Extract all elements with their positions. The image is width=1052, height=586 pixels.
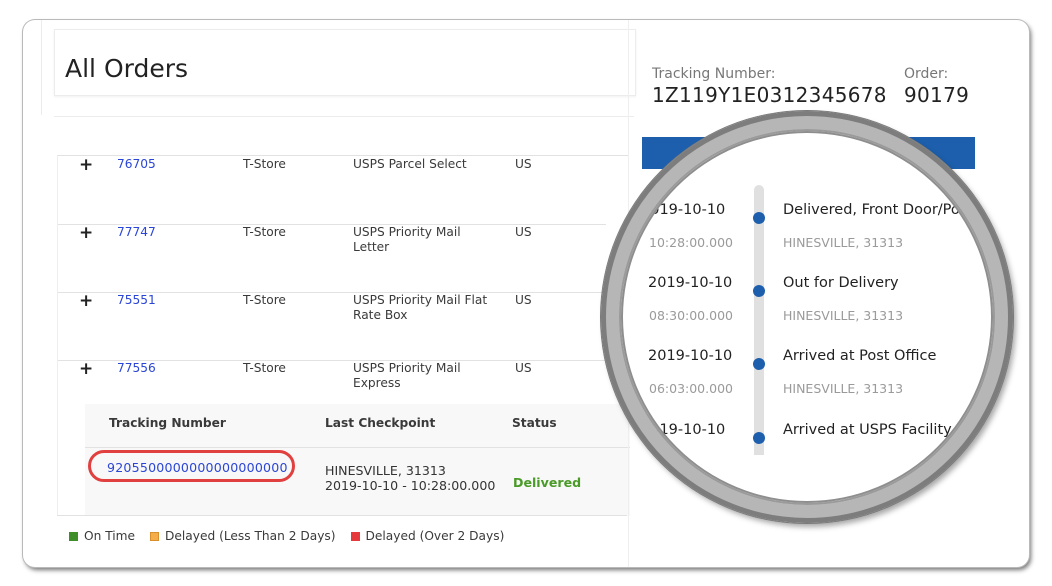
timeline-location: HINESVILLE, 31313 [783, 381, 904, 396]
timeline-dot-icon [753, 285, 765, 297]
table-row: + 77747 T-Store USPS Priority Mail Lette… [58, 223, 606, 293]
status-badge: Delivered [513, 475, 582, 490]
checkpoint-location: HINESVILLE, 31313 [325, 463, 446, 478]
store-cell: T-Store [243, 293, 286, 307]
tracking-timeline: 2019-10-10 10:28:00.000 Delivered, Front… [601, 111, 1013, 523]
timeline-event: Delivered, Front Door/Porch [783, 202, 983, 218]
order-label: Order: [904, 66, 949, 82]
expand-plus-icon[interactable]: + [79, 291, 93, 311]
divider [85, 447, 630, 448]
timeline-location: HINESVILLE, 31313 [783, 235, 904, 250]
page-header: All Orders [54, 29, 636, 96]
legend-item-delayed-short: Delayed (Less Than 2 Days) [150, 529, 336, 543]
table-row: + 75551 T-Store USPS Priority Mail Flat … [58, 291, 606, 361]
store-cell: T-Store [243, 157, 286, 171]
expand-plus-icon[interactable]: + [79, 359, 93, 379]
timeline-time: 08:30:00.000 [649, 308, 733, 323]
orders-panel: All Orders + 76705 T-Store USPS Parcel S… [23, 20, 636, 567]
country-cell: US [515, 225, 532, 239]
timeline-location: HINESVILLE, 31313 [783, 308, 904, 323]
legend-item-on-time: On Time [69, 529, 135, 543]
timeline-time: 06:03:00.000 [649, 381, 733, 396]
divider [41, 20, 42, 115]
tracking-number-link[interactable]: 9205500000000000000000 [107, 460, 288, 475]
page-title: All Orders [65, 54, 189, 83]
table-row: + 76705 T-Store USPS Parcel Select US [58, 155, 606, 225]
store-cell: T-Store [243, 361, 286, 375]
timeline-event: Out for Delivery [783, 275, 899, 291]
expand-plus-icon[interactable]: + [79, 223, 93, 243]
service-cell: USPS Parcel Select [353, 157, 467, 171]
country-cell: US [515, 293, 532, 307]
order-id-link[interactable]: 77747 [117, 225, 156, 239]
timeline-date: 2019-10-10 [648, 275, 733, 291]
last-checkpoint: HINESVILLE, 31313 2019-10-10 - 10:28:00.… [325, 463, 495, 493]
order-id-link[interactable]: 77556 [117, 361, 156, 375]
green-square-icon [69, 531, 78, 541]
magnifier-lens: 2019-10-10 10:28:00.000 Delivered, Front… [601, 111, 1013, 523]
column-header-status: Status [512, 416, 557, 430]
tracking-number-value: 1Z119Y1E0312345678 [652, 83, 887, 107]
status-legend: On Time Delayed (Less Than 2 Days) Delay… [69, 529, 519, 543]
order-value: 90179 [904, 83, 970, 107]
checkpoint-time: 2019-10-10 - 10:28:00.000 [325, 478, 496, 493]
timeline-dot-icon [753, 358, 765, 370]
legend-label: On Time [84, 529, 136, 543]
timeline-time: 10:28:00.000 [649, 235, 733, 250]
column-header-tracking-number: Tracking Number [109, 416, 226, 430]
service-cell: USPS Priority Mail Express [353, 361, 461, 390]
timeline-event: Arrived at Post Office [783, 348, 937, 364]
expand-plus-icon[interactable]: + [79, 155, 93, 175]
order-id-link[interactable]: 76705 [117, 157, 156, 171]
legend-item-delayed-long: Delayed (Over 2 Days) [350, 529, 505, 543]
tracking-subtable: Tracking Number Last Checkpoint Status 9… [85, 404, 630, 516]
store-cell: T-Store [243, 225, 286, 239]
column-header-last-checkpoint: Last Checkpoint [325, 416, 436, 430]
legend-label: Delayed (Less Than 2 Days) [165, 529, 336, 543]
timeline-date: 2019-10-10 [641, 202, 726, 218]
orange-square-icon [150, 531, 160, 541]
red-square-icon [350, 531, 360, 541]
timeline-date: 2019-10-10 [641, 422, 726, 438]
country-cell: US [515, 157, 532, 171]
orders-table: + 76705 T-Store USPS Parcel Select US + … [57, 155, 630, 516]
timeline-date: 2019-10-10 [648, 348, 733, 364]
legend-label: Delayed (Over 2 Days) [365, 529, 505, 543]
timeline-dot-icon [753, 212, 765, 224]
timeline-track [754, 185, 764, 455]
order-id-link[interactable]: 75551 [117, 293, 156, 307]
service-cell: USPS Priority Mail Letter [353, 225, 461, 254]
country-cell: US [515, 361, 532, 375]
timeline-event: Arrived at USPS Facility [783, 422, 952, 438]
timeline-dot-icon [753, 432, 765, 444]
divider [57, 515, 627, 516]
tracking-number-label: Tracking Number: [652, 66, 776, 82]
service-cell: USPS Priority Mail Flat Rate Box [353, 293, 488, 322]
divider [54, 116, 634, 117]
